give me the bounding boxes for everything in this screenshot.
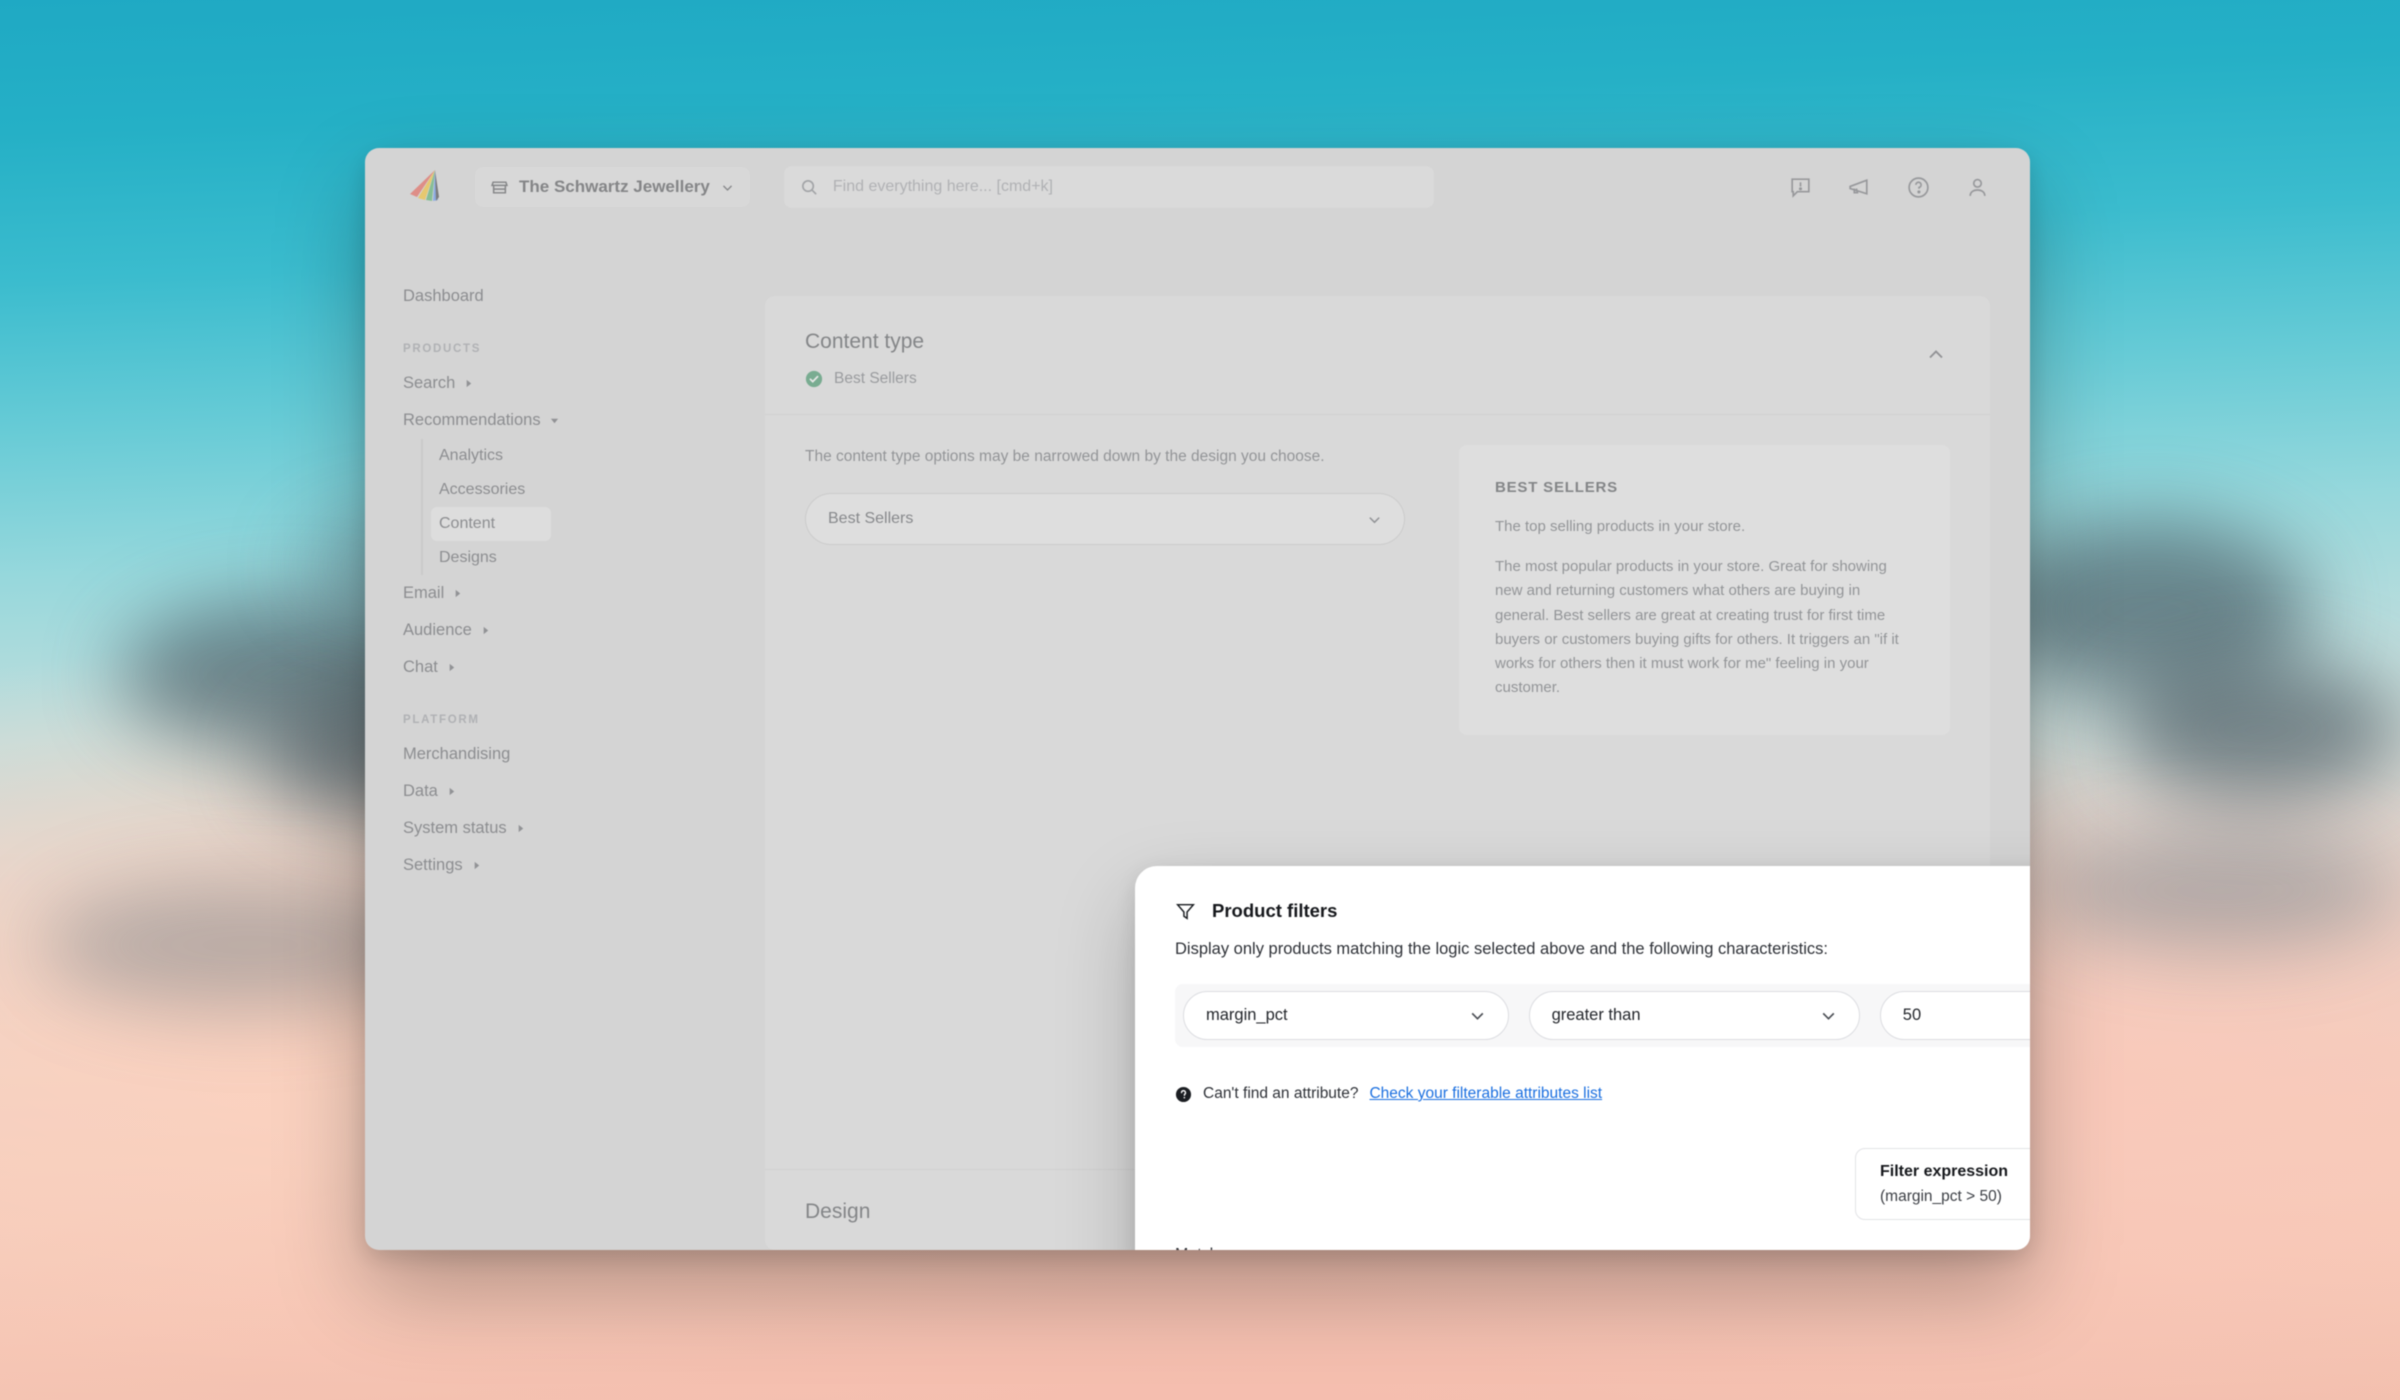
sidebar-item-label: Email — [403, 584, 445, 602]
content-type-title: Content type — [805, 330, 925, 353]
sidebar-item-dashboard[interactable]: Dashboard — [403, 278, 633, 315]
chevron-down-icon — [1822, 1012, 1835, 1020]
sidebar-item-accessories[interactable]: Accessories — [439, 473, 669, 507]
sidebar-item-data[interactable]: Data — [403, 773, 633, 810]
content-type-status-label: Best Sellers — [834, 370, 917, 387]
filter-row: margin_pct greater than 50 + × — [1175, 984, 2030, 1047]
sidebar-group-platform: PLATFORM — [403, 714, 480, 726]
store-selector[interactable]: The Schwartz Jewellery — [475, 167, 750, 207]
content-type-info-panel: BEST SELLERS The top selling products in… — [1459, 445, 1950, 735]
filterable-attributes-link[interactable]: Check your filterable attributes list — [1369, 1085, 1602, 1103]
sidebar-item-label: Analytics — [439, 447, 504, 464]
content-type-select-value: Best Sellers — [828, 510, 914, 528]
paper-plane-logo-icon[interactable] — [405, 167, 445, 207]
sidebar-item-search[interactable]: Search — [403, 365, 633, 402]
content-type-select[interactable]: Best Sellers — [805, 493, 1405, 546]
browser-window: The Schwartz Jewellery Find everything h… — [365, 148, 2030, 1250]
cloud-shape — [2040, 830, 2400, 950]
sidebar-item-content[interactable]: Content — [431, 507, 551, 541]
product-filters-modal: Product filters Display only products ma… — [1135, 866, 2030, 1250]
content-type-body: The content type options may be narrowed… — [765, 415, 1990, 735]
caret-right-icon — [449, 663, 455, 672]
cloud-shape — [2120, 660, 2400, 800]
caret-right-icon — [449, 787, 455, 796]
top-navigation-bar: The Schwartz Jewellery Find everything h… — [365, 148, 2030, 226]
sidebar-item-label: Chat — [403, 658, 438, 676]
sidebar-item-label: Accessories — [439, 481, 526, 498]
check-badge-icon — [805, 370, 823, 388]
info-panel-lead: The top selling products in your store. — [1495, 518, 1746, 535]
sidebar-item-chat[interactable]: Chat — [403, 649, 633, 686]
sidebar-item-label: Audience — [403, 621, 472, 639]
funnel-icon — [1176, 903, 1195, 920]
feedback-icon[interactable] — [1788, 175, 1813, 200]
chevron-down-icon — [1471, 1012, 1483, 1020]
question-circle-icon — [1175, 1086, 1192, 1102]
caret-down-icon — [550, 418, 558, 424]
store-name: The Schwartz Jewellery — [519, 177, 710, 196]
caret-right-icon — [474, 861, 479, 870]
caret-right-icon — [466, 379, 472, 388]
sidebar-item-label: Search — [403, 374, 456, 392]
chevron-down-icon — [722, 184, 732, 191]
sidebar-item-audience[interactable]: Audience — [403, 612, 633, 649]
sidebar-item-label: Content — [439, 515, 496, 532]
content-type-status: Best Sellers — [805, 370, 1950, 388]
topbar-action-icons — [1788, 175, 1990, 200]
search-placeholder: Find everything here... [cmd+k] — [832, 178, 1053, 195]
sidebar-subnav-recommendations: Analytics Accessories Content Designs — [421, 439, 765, 575]
sidebar-item-designs[interactable]: Designs — [439, 541, 669, 575]
info-panel-body: The most popular products in your store.… — [1495, 558, 1899, 697]
attribute-hint-text: Can't find an attribute? — [1203, 1085, 1359, 1102]
user-avatar-icon[interactable] — [1965, 175, 1990, 200]
sidebar-item-recommendations[interactable]: Recommendations — [403, 402, 633, 439]
sidebar-item-label: Dashboard — [403, 287, 484, 305]
modal-header: Product filters — [1175, 900, 2030, 922]
sidebar-item-analytics[interactable]: Analytics — [439, 439, 669, 473]
sidebar-item-settings[interactable]: Settings — [403, 847, 633, 884]
filter-attribute-value: margin_pct — [1206, 1006, 1288, 1024]
sidebar-item-label: System status — [403, 819, 507, 837]
caret-right-icon — [455, 589, 461, 598]
attribute-hint-row: Can't find an attribute? Check your filt… — [1175, 1072, 2030, 1116]
sidebar-navigation: Dashboard PRODUCTS Search Recommendation… — [365, 226, 765, 1250]
help-circle-icon[interactable] — [1906, 175, 1931, 200]
filter-expression-text: Filter expression (margin_pct > 50) — [1880, 1163, 2030, 1206]
content-type-header: Content type Best Sellers — [765, 296, 1990, 415]
global-search-input[interactable]: Find everything here... [cmd+k] — [783, 166, 1434, 208]
filter-attribute-select[interactable]: margin_pct — [1183, 991, 1509, 1040]
filter-expression-value: (margin_pct > 50) — [1880, 1187, 2002, 1205]
sidebar-item-label: Data — [403, 782, 438, 800]
store-icon — [491, 180, 508, 194]
chevron-up-icon[interactable] — [1926, 345, 1946, 365]
megaphone-icon[interactable] — [1847, 175, 1872, 200]
search-icon — [801, 179, 817, 195]
sidebar-item-merchandising[interactable]: Merchandising — [403, 736, 633, 773]
sidebar-item-label: Designs — [439, 549, 497, 566]
matches-label: Matches — [1175, 1246, 1235, 1250]
sidebar-item-label: Recommendations — [403, 411, 541, 429]
sidebar-group-products: PRODUCTS — [403, 343, 482, 355]
info-panel-title: BEST SELLERS — [1495, 479, 1618, 496]
content-type-left-column: The content type options may be narrowed… — [805, 445, 1425, 735]
content-type-helper-text: The content type options may be narrowed… — [805, 448, 1325, 465]
caret-right-icon — [518, 824, 523, 833]
caret-right-icon — [483, 626, 489, 635]
filter-operator-select[interactable]: greater than — [1528, 991, 1860, 1040]
sidebar-item-email[interactable]: Email — [403, 575, 633, 612]
sidebar-item-label: Merchandising — [403, 745, 511, 763]
filter-value-input[interactable]: 50 — [1879, 991, 2030, 1040]
modal-title: Product filters — [1212, 900, 1338, 921]
chevron-down-icon — [1369, 516, 1380, 523]
modal-description: Display only products matching the logic… — [1175, 940, 1829, 958]
sidebar-item-system-status[interactable]: System status — [403, 810, 633, 847]
matches-row: Matches 1400 / 3902 — [1175, 1246, 2030, 1250]
filter-expression-label: Filter expression — [1880, 1162, 2009, 1180]
sidebar-item-label: Settings — [403, 856, 463, 874]
filter-expression-card: Filter expression (margin_pct > 50) — [1855, 1148, 2030, 1220]
filter-value-text: 50 — [1902, 1006, 1922, 1024]
filter-operator-value: greater than — [1551, 1006, 1641, 1024]
